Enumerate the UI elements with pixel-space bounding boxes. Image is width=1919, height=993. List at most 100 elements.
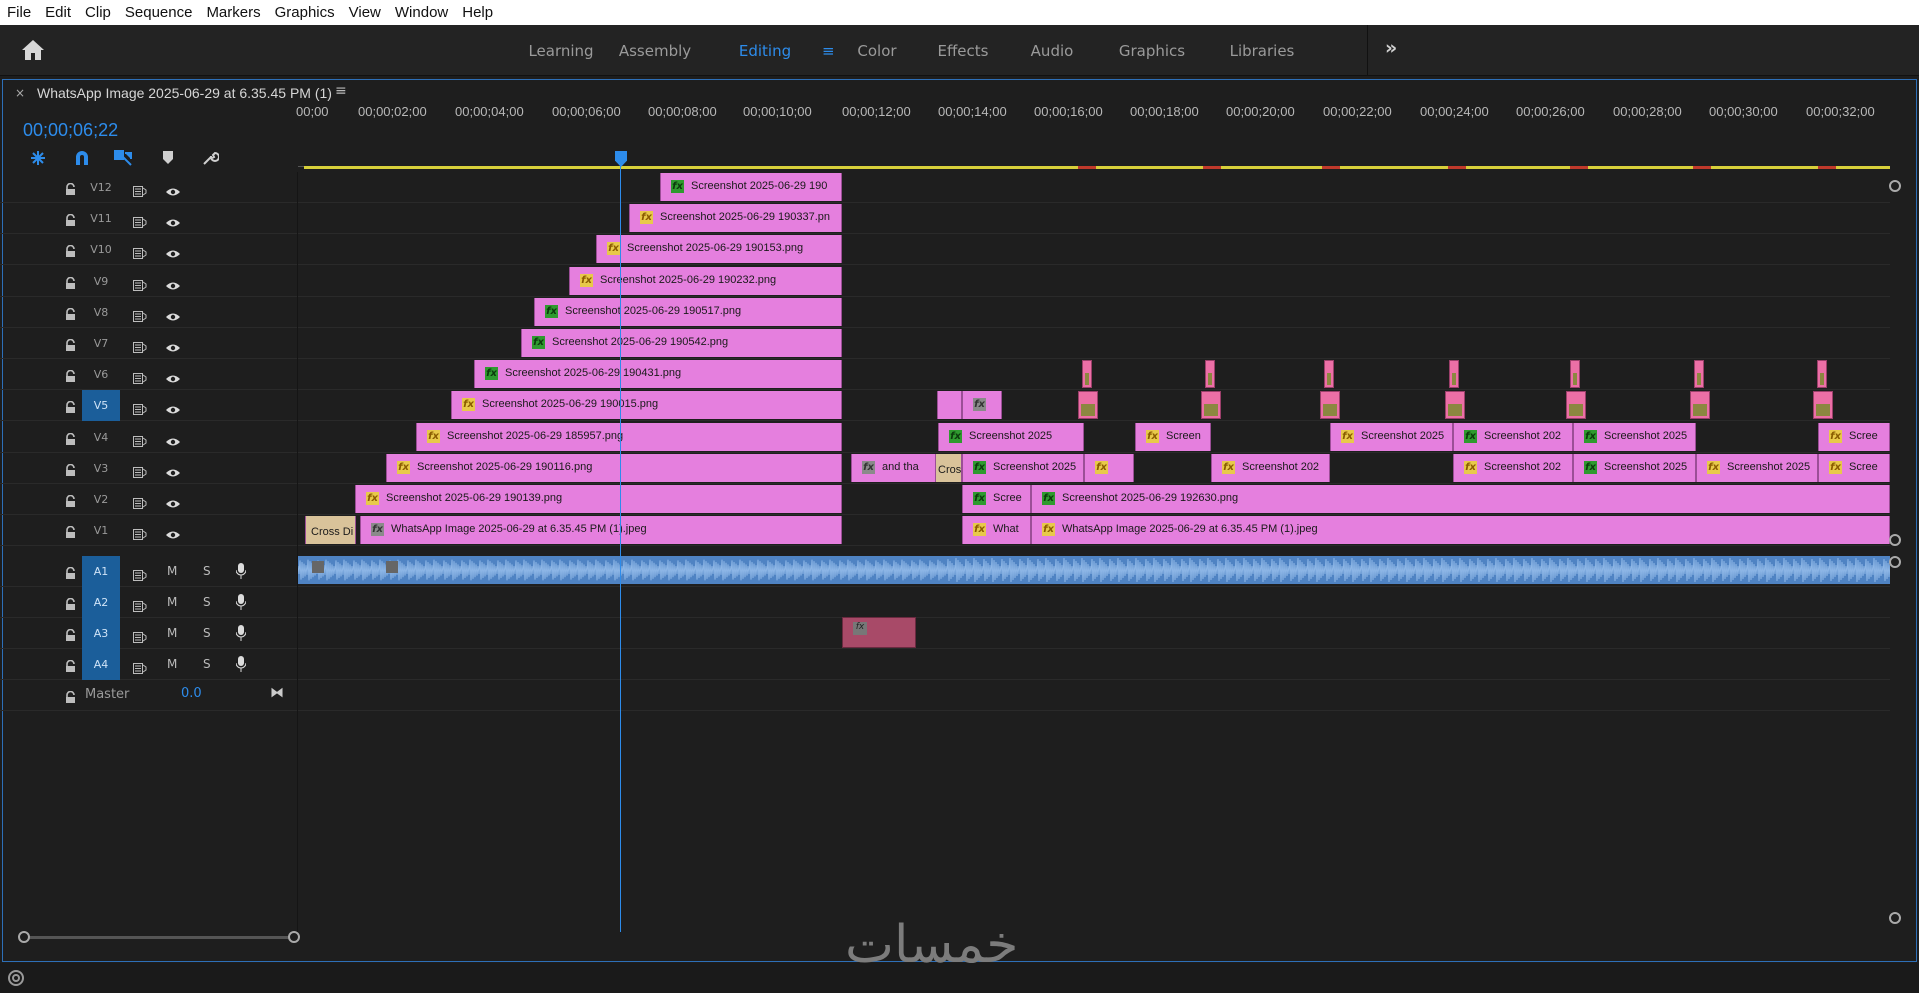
video-clip[interactable]: fx Screenshot 202 [1453,422,1573,451]
workspace-audio[interactable]: Audio [1017,42,1087,60]
lock-icon[interactable] [65,398,76,414]
workspace-libraries[interactable]: Libraries [1217,42,1307,60]
track-name[interactable]: V3 [82,453,120,484]
voiceover-icon[interactable] [235,594,247,610]
mute-button[interactable]: M [167,564,177,578]
sync-lock-icon[interactable] [133,628,147,643]
mini-clip[interactable] [1205,360,1215,389]
lock-icon[interactable] [65,657,76,672]
mini-clip[interactable] [1694,360,1704,389]
lock-icon[interactable] [65,523,76,539]
lock-icon[interactable] [65,564,76,579]
mini-clip[interactable] [1082,360,1092,389]
header-scrollbar[interactable] [24,936,296,939]
voiceover-icon[interactable] [235,563,247,579]
sync-lock-icon[interactable] [133,525,147,541]
transition-clip[interactable]: Cross Di [305,516,356,545]
menu-view[interactable]: View [342,0,388,25]
video-clip[interactable]: fx Screenshot 2025-06-29 190431.png [474,360,842,389]
a-scroll-knob[interactable] [1889,912,1901,924]
video-clip[interactable]: fx Screenshot 2025 [1573,422,1696,451]
voiceover-icon[interactable] [235,656,247,672]
solo-button[interactable]: S [203,595,211,609]
eye-icon[interactable] [165,338,181,352]
menu-markers[interactable]: Markers [199,0,267,25]
video-clip[interactable]: fx [962,391,1002,420]
track-name[interactable]: V2 [82,484,120,515]
workspace-learning[interactable]: Learning [515,42,607,60]
v-scroll-knob[interactable] [1889,180,1901,192]
solo-button[interactable]: S [203,564,211,578]
mute-button[interactable]: M [167,595,177,609]
sync-lock-icon[interactable] [133,463,147,478]
solo-button[interactable]: S [203,626,211,640]
v-scroll-knob[interactable] [1889,534,1901,546]
playhead-timecode[interactable]: 00;00;06;22 [23,120,118,141]
video-clip[interactable]: fx WhatsApp Image 2025-06-29 at 6.35.45 P… [360,516,842,545]
lock-icon[interactable] [65,305,76,320]
video-clip[interactable]: fx Screenshot 2025-06-29 185957.png [416,422,842,451]
sync-lock-icon[interactable] [133,244,147,260]
video-clip[interactable]: fx Screenshot 202 [1211,453,1330,482]
mini-clip[interactable] [1201,391,1221,420]
creative-cloud-icon[interactable] [6,968,26,988]
sync-lock-icon[interactable] [133,566,147,581]
video-clip[interactable]: fx Screenshot 2025-06-29 190153.png [596,235,842,264]
lock-icon[interactable] [65,688,76,703]
workspace-effects[interactable]: Effects [915,42,1011,60]
mini-clip[interactable] [1817,360,1827,389]
wrench-icon[interactable] [201,149,219,167]
close-icon[interactable]: × [15,86,25,100]
video-clip[interactable]: fx Screenshot 2025 [962,453,1084,482]
track-name[interactable]: A2 [82,587,120,618]
eye-icon[interactable] [165,182,181,196]
mini-clip[interactable] [1570,360,1580,389]
workspace-assembly[interactable]: Assembly [609,42,701,60]
sync-lock-icon[interactable] [133,182,147,197]
track-name[interactable]: V7 [82,328,120,359]
video-clip[interactable]: fx Scree [1818,453,1890,482]
eye-icon[interactable] [165,369,181,383]
lock-icon[interactable] [65,430,76,445]
mini-clip[interactable] [1445,391,1465,420]
video-clip[interactable]: fx Screenshot 2025 [1696,453,1818,482]
eye-icon[interactable] [165,307,181,321]
mini-clip[interactable] [1813,391,1833,420]
eye-icon[interactable] [165,213,181,227]
eye-icon[interactable] [165,432,181,446]
mini-clip[interactable] [1690,391,1710,420]
voiceover-icon[interactable] [235,625,247,641]
panel-menu-icon[interactable]: ≡ [335,83,347,99]
video-clip[interactable]: fx Scree [962,485,1031,513]
menu-graphics[interactable]: Graphics [268,0,342,25]
track-name[interactable]: V5 [82,390,120,422]
mini-clip[interactable] [1566,391,1586,420]
workspace-graphics[interactable]: Graphics [1107,42,1197,60]
track-name[interactable]: V6 [82,359,120,390]
lock-icon[interactable] [65,242,76,258]
nest-icon[interactable] [29,149,47,167]
track-name[interactable]: A3 [82,618,120,649]
eye-icon[interactable] [165,525,181,539]
menu-file[interactable]: File [0,0,38,25]
transition-clip[interactable]: Cros [935,453,962,482]
more-workspaces-icon[interactable]: » [1385,37,1397,59]
sync-lock-icon[interactable] [133,400,147,416]
scroll-knob-left[interactable] [18,931,30,943]
track-name[interactable]: V9 [82,266,120,297]
sync-lock-icon[interactable] [133,494,147,509]
track-name[interactable]: A4 [82,649,120,680]
video-clip[interactable]: fx What [962,516,1031,545]
eye-icon[interactable] [165,494,181,508]
video-clip[interactable]: fx Screenshot 202 [1453,453,1573,482]
track-name[interactable]: V10 [82,234,120,265]
sync-lock-icon[interactable] [133,338,147,353]
eye-icon[interactable] [165,400,181,414]
video-clip[interactable]: fx Screenshot 2025-06-29 190116.png [386,453,842,482]
video-clip[interactable]: fx Scree [1818,422,1890,451]
eye-icon[interactable] [165,276,181,290]
video-clip[interactable]: fx [1084,453,1134,482]
mini-clip[interactable] [1078,391,1098,420]
mute-button[interactable]: M [167,657,177,671]
sync-lock-icon[interactable] [133,432,147,447]
